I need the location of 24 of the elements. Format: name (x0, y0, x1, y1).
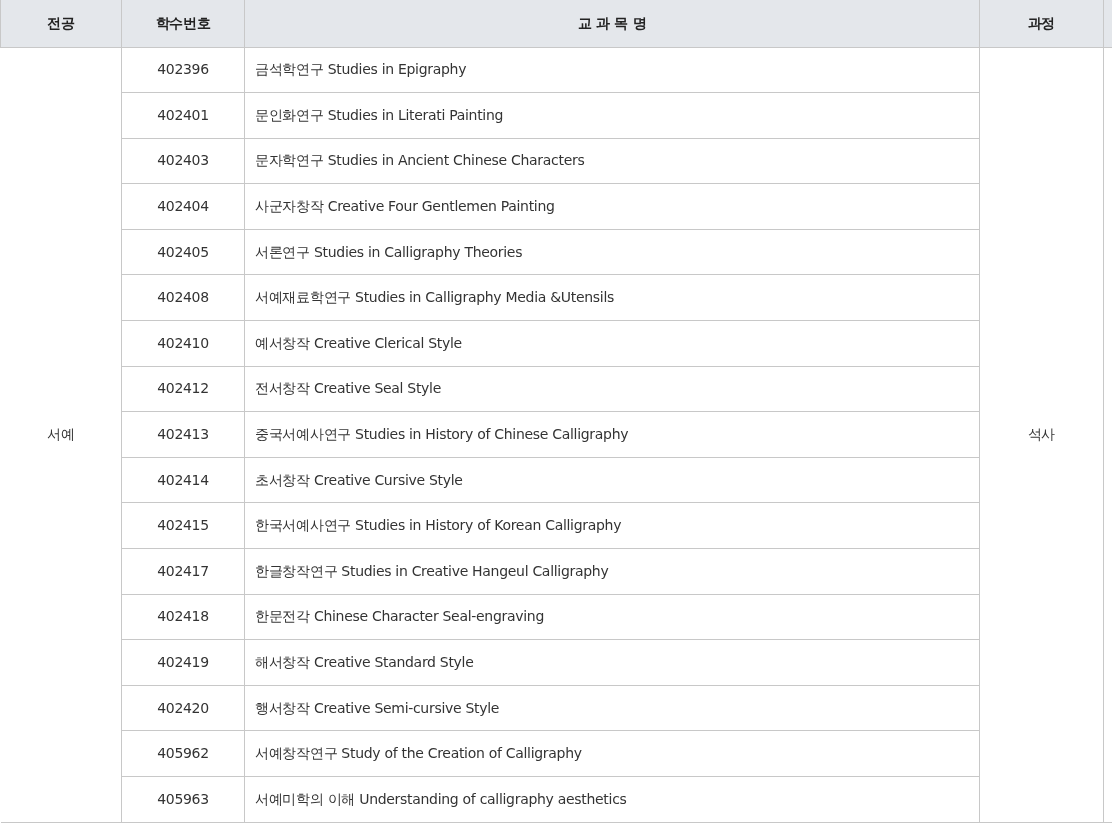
table-cell: 402408 (121, 274, 245, 321)
table-cell: 402418 (121, 594, 245, 640)
column-header: 과정 (979, 0, 1104, 47)
table-cell: 402415 (121, 502, 245, 549)
table-cell: 402404 (121, 183, 245, 230)
column-header: 학수번호 (121, 0, 245, 47)
table-cell: 402401 (121, 92, 245, 139)
table-cell: 402420 (121, 685, 245, 731)
table-cell: 405963 (121, 776, 245, 823)
table-cell: 서예 (0, 47, 122, 823)
column-header: 교 과 목 명 (244, 0, 980, 47)
table-cell: 402417 (121, 548, 245, 595)
table-cell: 405962 (121, 730, 245, 777)
table-cell: 402410 (121, 320, 245, 367)
table-cell: 402405 (121, 229, 245, 275)
table-cell: 402403 (121, 138, 245, 184)
table-cell: 402419 (121, 639, 245, 686)
table-cell: 402412 (121, 366, 245, 412)
column-header: 전공 (0, 0, 122, 47)
table-cell: 금석학연구 Studies in Epigraphy (244, 47, 980, 93)
table-cell: 석사 (979, 47, 1104, 823)
table-cell: 402413 (121, 411, 245, 458)
table-cell: 402414 (121, 457, 245, 503)
table-cell: 402396 (121, 47, 245, 93)
